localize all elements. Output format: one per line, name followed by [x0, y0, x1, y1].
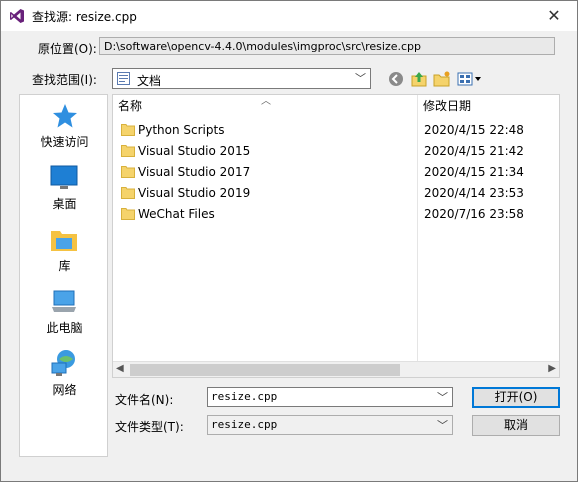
- folder-icon: [121, 208, 135, 220]
- horizontal-scrollbar[interactable]: ◀ ▶: [113, 361, 559, 377]
- list-item[interactable]: Python Scripts 2020/4/15 22:48: [113, 120, 559, 141]
- place-label: 网络: [52, 383, 77, 397]
- folder-icon: [121, 124, 135, 136]
- look-in-dropdown[interactable]: 文档 ﹀: [112, 68, 371, 89]
- chevron-down-icon: ﹀: [355, 72, 366, 85]
- folder-icon: [121, 145, 135, 157]
- filename-label: 文件名(N):: [115, 393, 174, 407]
- place-label: 此电脑: [46, 321, 83, 335]
- original-location-field: D:\software\opencv-4.4.0\modules\imgproc…: [99, 37, 555, 55]
- places-bar: 快速访问 桌面 库 此电脑 网络: [19, 94, 108, 457]
- file-name: Python Scripts: [138, 123, 225, 137]
- chevron-down-icon: ﹀: [437, 419, 448, 432]
- quick-access-star-icon: [53, 104, 77, 128]
- file-date: 2020/4/15 21:34: [424, 165, 524, 179]
- close-button[interactable]: ✕: [531, 1, 577, 31]
- scroll-left-icon[interactable]: ◀: [116, 363, 124, 374]
- chevron-down-icon: ﹀: [437, 391, 448, 404]
- cancel-button[interactable]: 取消: [472, 415, 560, 436]
- file-date: 2020/4/14 23:53: [424, 186, 524, 200]
- column-header-name[interactable]: 名称: [113, 95, 417, 117]
- file-name: Visual Studio 2017: [138, 165, 251, 179]
- look-in-value: 文档: [137, 74, 162, 88]
- list-item[interactable]: WeChat Files 2020/7/16 23:58: [113, 204, 559, 225]
- window-title: 查找源: resize.cpp: [32, 10, 137, 24]
- new-folder-icon[interactable]: [433, 71, 451, 87]
- library-icon: [51, 231, 77, 251]
- scroll-right-icon[interactable]: ▶: [548, 363, 556, 374]
- view-menu-icon[interactable]: [457, 71, 483, 87]
- this-pc-icon: [52, 290, 76, 312]
- file-date: 2020/4/15 21:42: [424, 144, 524, 158]
- desktop-icon: [50, 165, 78, 189]
- documents-icon: [117, 72, 130, 85]
- filetype-value: resize.cpp: [211, 418, 278, 431]
- place-label: 桌面: [52, 197, 77, 211]
- place-label: 快速访问: [40, 135, 89, 149]
- column-header-date[interactable]: 修改日期: [418, 95, 559, 117]
- place-label: 库: [58, 259, 71, 273]
- file-date: 2020/7/16 23:58: [424, 207, 524, 221]
- visual-studio-icon: [10, 9, 24, 23]
- close-icon: ✕: [547, 6, 561, 25]
- title-bar: 查找源: resize.cpp ✕: [1, 1, 577, 31]
- look-in-label: 查找范围(I):: [32, 73, 97, 87]
- up-folder-icon[interactable]: [410, 71, 428, 87]
- list-item[interactable]: Visual Studio 2017 2020/4/15 21:34: [113, 162, 559, 183]
- filetype-select[interactable]: resize.cpp ﹀: [207, 415, 453, 435]
- back-icon[interactable]: [387, 71, 405, 87]
- folder-icon: [121, 166, 135, 178]
- filename-value: resize.cpp: [211, 390, 278, 403]
- original-location-label: 原位置(O):: [38, 42, 97, 56]
- scrollbar-thumb[interactable]: [130, 364, 400, 376]
- file-name: WeChat Files: [138, 207, 215, 221]
- open-button[interactable]: 打开(O): [472, 387, 560, 408]
- network-icon: [51, 350, 75, 376]
- file-date: 2020/4/15 22:48: [424, 123, 524, 137]
- filename-input[interactable]: resize.cpp ﹀: [207, 387, 453, 407]
- filetype-label: 文件类型(T):: [115, 420, 184, 434]
- file-name: Visual Studio 2015: [138, 144, 251, 158]
- folder-icon: [121, 187, 135, 199]
- list-item[interactable]: Visual Studio 2015 2020/4/15 21:42: [113, 141, 559, 162]
- list-item[interactable]: Visual Studio 2019 2020/4/14 23:53: [113, 183, 559, 204]
- file-name: Visual Studio 2019: [138, 186, 251, 200]
- find-source-dialog: 查找源: resize.cpp ✕ 原位置(O): D:\software\op…: [0, 0, 578, 482]
- file-list: ︿ 名称 修改日期 Python Scripts 2020/4/15 22:48…: [112, 94, 560, 378]
